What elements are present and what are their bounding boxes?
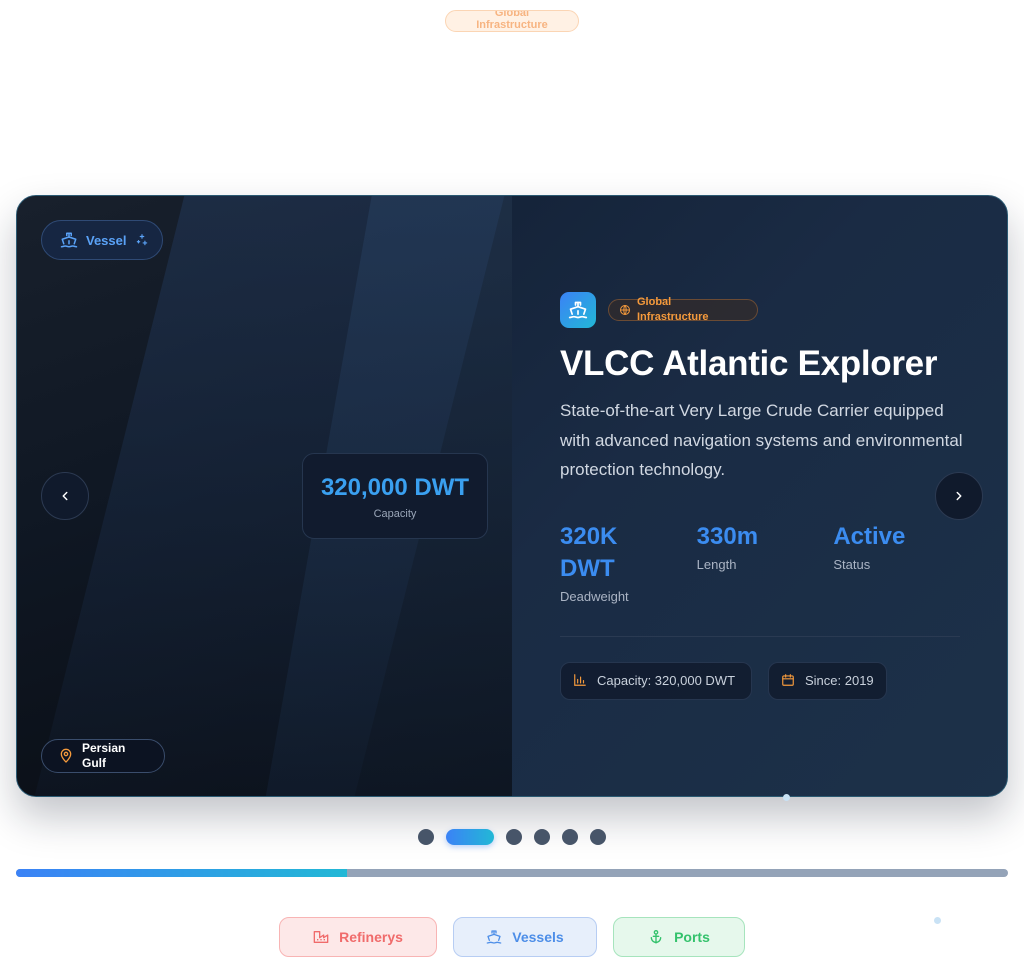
ship-icon [568,301,588,319]
map-pin-icon [60,748,72,763]
capacity-card: 320,000 DWT Capacity [302,453,488,539]
header-badge: Global Infrastructure [445,10,579,32]
page: Global Infrastructure Vessel Persian Gul… [0,0,1024,957]
anchor-icon [650,930,662,944]
calendar-icon [782,674,794,686]
category-ports-button[interactable]: Ports [613,917,745,957]
carousel-dot[interactable] [506,829,522,845]
stats-row: 320K DWT Deadweight 330m Length Active S… [560,521,970,604]
ship-icon [60,232,78,248]
stat-length: 330m Length [696,523,759,572]
meta-capacity: Capacity: 320,000 DWT [560,662,752,700]
decor-dot [783,794,790,801]
ship-icon [486,930,502,944]
prev-slide-button[interactable] [41,472,89,520]
stat-deadweight: 320K DWT Deadweight [560,523,629,604]
category-badge: Global Infrastructure [608,296,758,323]
carousel-dot[interactable] [590,829,606,845]
category-refineries-button[interactable]: Refinerys [279,917,437,957]
chevron-right-icon [956,491,962,501]
capacity-label: Capacity [373,508,417,520]
capacity-value: 320,000 DWT [320,474,470,501]
slide-description: State-of-the-art Very Large Crude Carrie… [560,401,963,479]
carousel-dot[interactable] [562,829,578,845]
carousel-dot[interactable] [418,829,434,845]
decor-dot [934,917,941,924]
carousel-dots [418,829,606,845]
factory-icon [313,931,329,943]
ship-icon-tile [560,292,596,328]
slide-info: Global Infrastructure VLCC Atlantic Expl… [560,292,970,485]
carousel-slide-card: Vessel Persian Gulf 320,000 DWT Capacity [16,195,1008,797]
divider [560,636,960,637]
slide-title: VLCC Atlantic Explorer [560,344,938,383]
carousel-dot[interactable] [446,829,494,845]
carousel-dot[interactable] [534,829,550,845]
globe-icon [620,305,630,315]
type-badge: Vessel [41,220,163,260]
slide-progress-fill [16,869,348,877]
meta-since: Since: 2019 [768,662,887,700]
chevron-left-icon [62,491,68,501]
category-vessels-button[interactable]: Vessels [453,917,597,957]
bar-chart-icon [574,674,586,686]
sparkles-icon [136,234,147,246]
location-badge: Persian Gulf [41,739,165,773]
stat-status: Active Status [833,523,906,572]
slide-progress-bar [16,869,1008,877]
